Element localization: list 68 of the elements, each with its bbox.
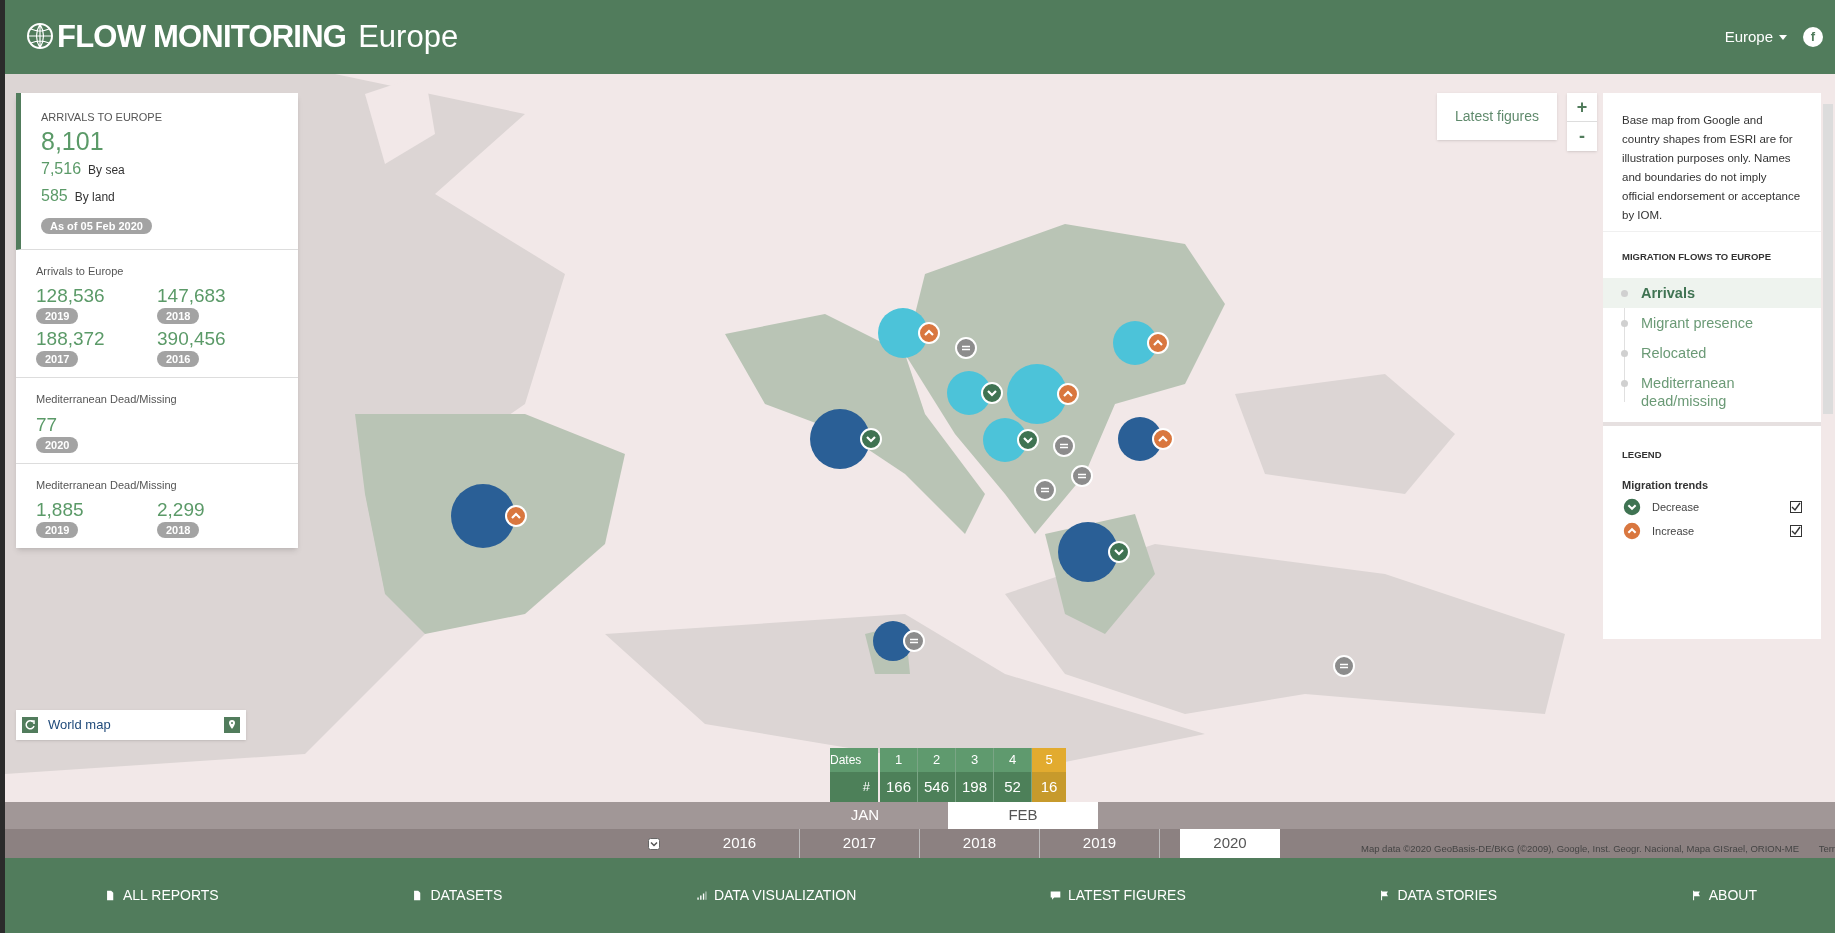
year-badge: As of 05 Feb 2020: [41, 217, 152, 234]
month-option[interactable]: JAN: [785, 802, 895, 829]
arrival-label: By sea: [88, 161, 125, 179]
region-title: Europe: [358, 17, 459, 56]
year-badge: 2017: [36, 351, 79, 367]
section-title: Mediterranean Dead/Missing: [36, 392, 178, 407]
arrival-value: 7,516: [41, 158, 82, 179]
nav-link[interactable]: LATEST FIGURES: [1050, 885, 1186, 906]
year-badge: 2020: [36, 436, 79, 453]
flag-icon: [1379, 890, 1391, 901]
increase-trend-icon: [1622, 521, 1642, 541]
figure-value: 147,683: [157, 284, 226, 308]
region-dropdown[interactable]: Europe: [1724, 25, 1787, 49]
figure-value: 390,456: [157, 327, 226, 351]
zoom-out-button[interactable]: -: [1567, 122, 1597, 151]
legend-label: Decrease: [1652, 499, 1701, 515]
decrease-trend-icon: [1622, 497, 1642, 517]
nav-link[interactable]: ALL REPORTS: [105, 885, 219, 906]
figure-value: 128,536: [36, 284, 105, 308]
legend-title: LEGEND: [1621, 448, 1663, 463]
year-badge: 2018: [157, 522, 200, 538]
figure-value: 188,372: [36, 327, 105, 351]
terms-link[interactable]: Terr: [1818, 841, 1835, 856]
legend-group: Migration trends: [1603, 462, 1821, 493]
section-title: Mediterranean Dead/Missing: [36, 477, 178, 493]
legend-label: Increase: [1652, 523, 1696, 539]
arrival-value: 585: [41, 185, 68, 206]
arrival-label: By land: [74, 188, 115, 206]
nav-link[interactable]: DATA STORIES: [1379, 885, 1498, 906]
year-badge: 2016: [157, 351, 200, 367]
year-option[interactable]: 2020: [1180, 829, 1280, 858]
nav-link[interactable]: ABOUT: [1690, 885, 1757, 906]
figure-value: 77: [36, 412, 58, 437]
site-title: FLOW MONITORING: [57, 17, 347, 56]
flow-option[interactable]: Relocated: [1603, 338, 1821, 369]
collapse-icon: [648, 837, 660, 850]
globe-logo-icon: [25, 22, 55, 52]
figure-value: 1,885: [36, 498, 84, 522]
year-badge: 2019: [36, 522, 79, 538]
year-badge: 2019: [36, 308, 79, 324]
speech-bubble-icon: [1050, 890, 1061, 901]
dates-label: Dates: [830, 748, 878, 772]
map-disclaimer: Base map from Google and country shapes from ESRI are for illustration purposes only. Names and boundaries do not imply official endorsement or acceptance by IOM.: [1621, 113, 1802, 223]
nav-link[interactable]: DATASETS: [412, 885, 503, 906]
month-option[interactable]: FEB: [948, 802, 1098, 829]
latest-figures-button[interactable]: Latest figures: [1437, 93, 1557, 140]
nav-link[interactable]: DATA VISUALIZATION: [695, 885, 857, 906]
flow-option[interactable]: Mediterranean dead/missing: [1603, 368, 1821, 417]
flag-icon: [1690, 890, 1702, 901]
legend-checkbox[interactable]: [1790, 501, 1802, 513]
caret-icon: [1779, 34, 1787, 40]
refresh-icon: [22, 717, 38, 733]
facebook-button[interactable]: f: [1803, 27, 1823, 47]
flow-option[interactable]: Arrivals: [1603, 278, 1821, 309]
flow-option[interactable]: Migrant presence: [1603, 308, 1821, 339]
document-icon: [105, 890, 116, 901]
figure-value: 2,299: [157, 498, 205, 522]
bar-chart-icon: [695, 890, 707, 901]
location-pin-icon: [224, 717, 240, 733]
section-title: Arrivals to Europe: [36, 263, 125, 279]
legend-checkbox[interactable]: [1790, 525, 1802, 537]
year-badge: 2018: [157, 308, 200, 324]
world-map-button[interactable]: World map: [16, 710, 246, 740]
map-attribution: Map data ©2020 GeoBasis-DE/BKG (©2009), Google, Inst. Geogr. Nacional, Mapa GISrael, ORION-ME: [1361, 841, 1799, 856]
zoom-in-button[interactable]: +: [1567, 93, 1597, 122]
count-label: #: [830, 772, 878, 802]
panel-title: ARRIVALS TO EUROPE: [41, 110, 164, 125]
total-arrivals: 8,101: [41, 125, 105, 156]
